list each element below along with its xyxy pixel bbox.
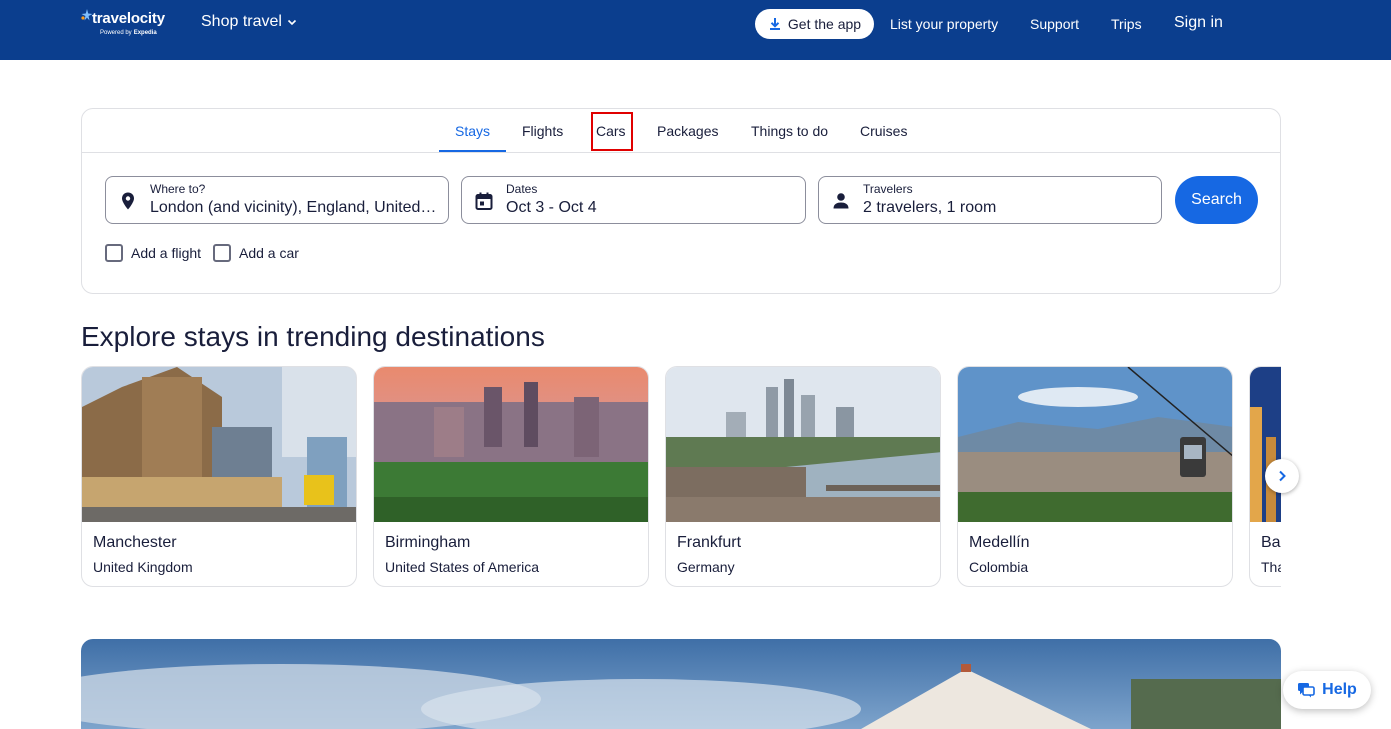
destination-card-birmingham[interactable]: Birmingham United States of America: [373, 366, 649, 587]
destination-value: London (and vicinity), England, United K…: [150, 199, 440, 216]
destination-name: Frankfurt: [677, 534, 742, 551]
cars-tab-highlight-box: [591, 112, 633, 151]
birmingham-photo: [374, 367, 648, 522]
destination-name: Ba: [1261, 534, 1281, 551]
destination-country: Germany: [677, 559, 735, 575]
destination-country: Colombia: [969, 559, 1029, 575]
calendar-icon: [475, 192, 493, 210]
carousel-next-button[interactable]: [1265, 459, 1299, 493]
tab-packages[interactable]: Packages: [657, 123, 718, 139]
tab-things-to-do[interactable]: Things to do: [751, 123, 828, 139]
destinations-carousel: Manchester United Kingdom Birmingham Uni…: [81, 366, 1281, 588]
shop-travel-label: Shop travel: [201, 13, 282, 30]
list-your-property-link[interactable]: List your property: [890, 16, 998, 32]
help-button[interactable]: Help: [1283, 671, 1371, 709]
destination-card-manchester[interactable]: Manchester United Kingdom: [81, 366, 357, 587]
get-the-app-label: Get the app: [787, 16, 862, 32]
product-tabs: Stays Flights Cars Packages Things to do…: [82, 109, 1280, 153]
dates-label: Dates: [506, 182, 538, 196]
trending-destinations-heading: Explore stays in trending destinations: [81, 321, 545, 352]
shop-travel-menu[interactable]: Shop travel: [201, 13, 298, 31]
medellin-photo: [958, 367, 1232, 522]
add-car-checkbox[interactable]: [213, 244, 231, 262]
chat-bubbles-icon: [1298, 683, 1315, 698]
add-car-label: Add a car: [239, 245, 299, 261]
frankfurt-photo: [666, 367, 940, 522]
active-tab-indicator: [439, 150, 506, 152]
support-link[interactable]: Support: [1030, 16, 1079, 32]
person-icon: [833, 193, 849, 209]
travelers-label: Travelers: [863, 182, 913, 196]
travelers-field[interactable]: Travelers 2 travelers, 1 room: [818, 176, 1162, 224]
destination-label: Where to?: [150, 182, 206, 196]
travelers-value: 2 travelers, 1 room: [863, 199, 997, 216]
promo-hero-image: [81, 639, 1281, 729]
help-label: Help: [1322, 681, 1357, 698]
download-icon: [769, 18, 780, 30]
destination-country: United States of America: [385, 559, 540, 575]
add-car-option[interactable]: Add a car: [213, 244, 299, 262]
location-pin-icon: [122, 192, 134, 210]
trips-link[interactable]: Trips: [1111, 16, 1142, 32]
top-nav-bar: travelocity Powered by Expedia Shop trave…: [0, 0, 1391, 60]
destination-name: Manchester: [93, 534, 177, 551]
add-flight-label: Add a flight: [131, 245, 202, 261]
chevron-down-icon: [287, 19, 297, 26]
get-the-app-button[interactable]: Get the app: [755, 9, 874, 39]
search-button[interactable]: Search: [1175, 176, 1258, 224]
destination-card-frankfurt[interactable]: Frankfurt Germany: [665, 366, 941, 587]
logo-text: travelocity: [92, 10, 165, 27]
manchester-photo: [82, 367, 356, 522]
travelocity-logo[interactable]: travelocity Powered by Expedia: [80, 8, 180, 42]
search-form-card: Stays Flights Cars Packages Things to do…: [81, 108, 1281, 294]
destination-country: Tha: [1261, 559, 1281, 575]
logo-subtitle: Powered by Expedia: [100, 30, 157, 36]
dates-value: Oct 3 - Oct 4: [506, 199, 597, 216]
tab-flights[interactable]: Flights: [522, 123, 563, 139]
destination-name: Medellín: [969, 534, 1030, 551]
dates-field[interactable]: Dates Oct 3 - Oct 4: [461, 176, 806, 224]
destination-field[interactable]: Where to? London (and vicinity), England…: [105, 176, 449, 224]
tab-cruises[interactable]: Cruises: [860, 123, 907, 139]
destination-country: United Kingdom: [93, 559, 193, 575]
destination-name: Birmingham: [385, 534, 471, 551]
add-flight-checkbox[interactable]: [105, 244, 123, 262]
destination-card-medellin[interactable]: Medellín Colombia: [957, 366, 1233, 587]
add-flight-option[interactable]: Add a flight: [105, 244, 201, 262]
sign-in-link[interactable]: Sign in: [1174, 14, 1223, 32]
chevron-right-icon: [1279, 470, 1286, 482]
partial-destination-photo: [1250, 367, 1281, 522]
tab-stays[interactable]: Stays: [455, 123, 490, 139]
